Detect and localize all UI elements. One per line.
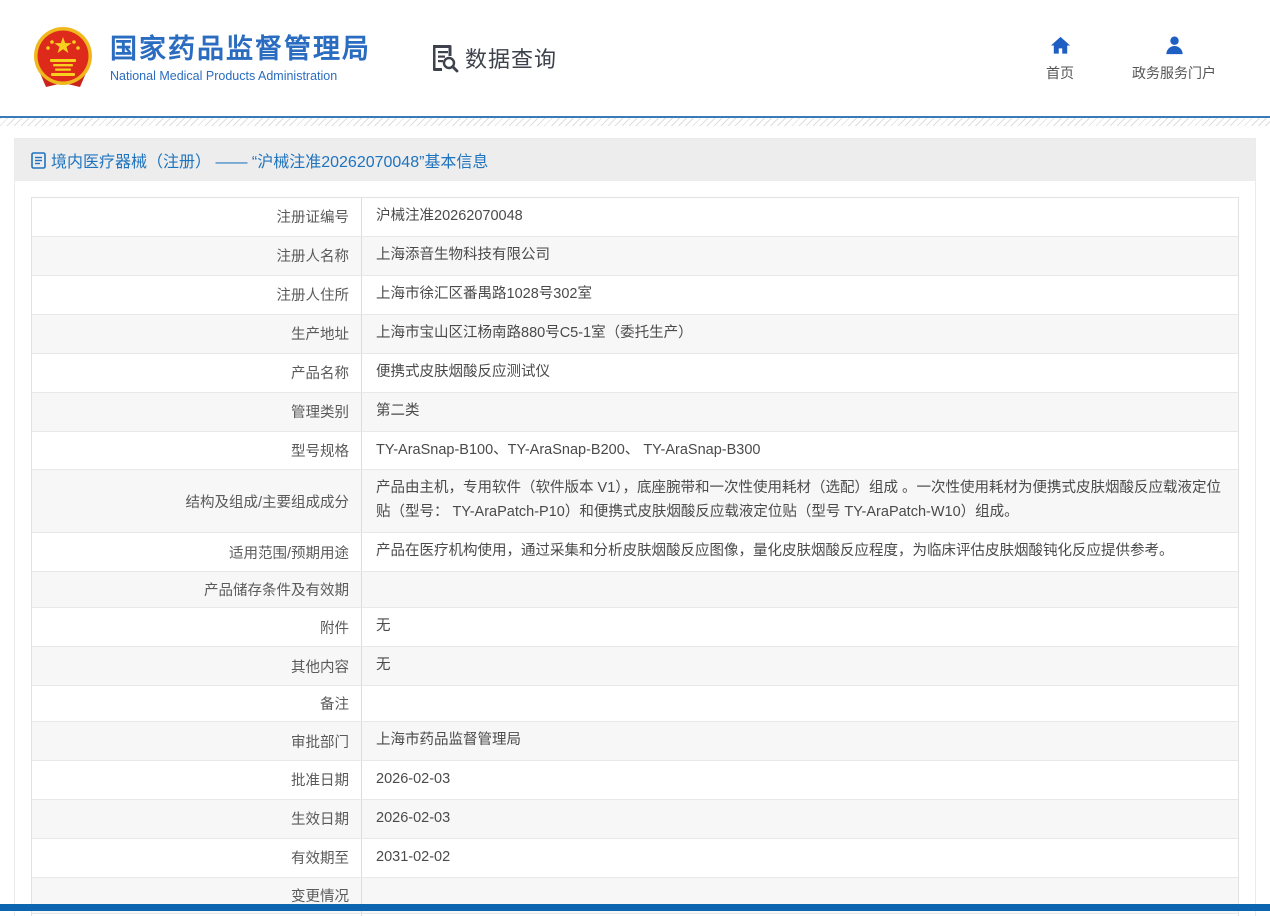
row-value: 沪械注准20262070048 xyxy=(362,198,1238,236)
row-label: 批准日期 xyxy=(32,761,362,799)
table-row: 注册人住所上海市徐汇区番禺路1028号302室 xyxy=(32,276,1238,315)
site-header: 国家药品监督管理局 National Medical Products Admi… xyxy=(0,0,1270,118)
row-value: 产品在医疗机构使用，通过采集和分析皮肤烟酸反应图像，量化皮肤烟酸反应程度，为临床… xyxy=(362,533,1238,571)
national-emblem-icon xyxy=(30,25,96,91)
row-value: 2031-02-02 xyxy=(362,839,1238,877)
row-value: TY-AraSnap-B100、TY-AraSnap-B200、 TY-AraS… xyxy=(362,432,1238,470)
row-label-text: 变更情况 xyxy=(291,885,349,906)
table-row: 有效期至 2031-02-02 xyxy=(32,839,1238,878)
row-label-text: 批准日期 xyxy=(291,769,349,790)
info-table: 注册证编号沪械注准20262070048注册人名称上海添音生物科技有限公司注册人… xyxy=(31,197,1239,916)
row-value: 2026-02-03 xyxy=(362,800,1238,838)
table-row: 备注 xyxy=(32,686,1238,722)
row-label: 产品储存条件及有效期 xyxy=(32,572,362,607)
table-row: 其他内容无 xyxy=(32,647,1238,686)
document-search-icon xyxy=(429,43,459,73)
data-query-section[interactable]: 数据查询 xyxy=(429,42,557,74)
row-label: 备注 xyxy=(32,686,362,721)
row-label-text: 其他内容 xyxy=(291,656,349,677)
table-row: 批准日期 2026-02-03 xyxy=(32,761,1238,800)
row-label-text: 产品储存条件及有效期 xyxy=(204,579,349,600)
row-label: 注册人住所 xyxy=(32,276,362,314)
org-name-en: National Medical Products Administration xyxy=(110,69,371,83)
table-row: 审批部门上海市药品监督管理局 xyxy=(32,722,1238,761)
document-icon xyxy=(31,152,46,169)
row-label: 注册证编号 xyxy=(32,198,362,236)
table-row: 适用范围/预期用途产品在医疗机构使用，通过采集和分析皮肤烟酸反应图像，量化皮肤烟… xyxy=(32,533,1238,572)
row-label-text: 注册人名称 xyxy=(277,245,350,266)
row-label-text: 附件 xyxy=(320,617,349,638)
table-row: 注册人名称上海添音生物科技有限公司 xyxy=(32,237,1238,276)
table-row: 生产地址上海市宝山区江杨南路880号C5-1室（委托生产） xyxy=(32,315,1238,354)
row-value: 上海市宝山区江杨南路880号C5-1室（委托生产） xyxy=(362,315,1238,353)
row-value: 上海添音生物科技有限公司 xyxy=(362,237,1238,275)
nav-gov-portal[interactable]: 政务服务门户 xyxy=(1132,34,1216,83)
row-label-text: 审批部门 xyxy=(291,731,349,752)
data-query-label: 数据查询 xyxy=(465,42,557,74)
row-label-text: 产品名称 xyxy=(291,362,349,383)
org-name-zh: 国家药品监督管理局 xyxy=(110,33,371,65)
row-value: 上海市药品监督管理局 xyxy=(362,722,1238,760)
top-nav: 首页 政务服务门户 xyxy=(1046,34,1240,83)
nav-home-label: 首页 xyxy=(1046,63,1074,83)
row-value xyxy=(362,697,1238,711)
row-label: 结构及组成/主要组成成分 xyxy=(32,470,362,532)
detail-panel: 境内医疗器械（注册） —— “沪械注准20262070048”基本信息 注册证编… xyxy=(14,138,1256,916)
row-label-text: 有效期至 xyxy=(291,847,349,868)
row-label-text: 结构及组成/主要组成成分 xyxy=(185,491,349,512)
row-label-text: 适用范围/预期用途 xyxy=(229,542,349,563)
row-label: 生效日期 xyxy=(32,800,362,838)
user-icon xyxy=(1163,34,1186,57)
table-row: 注册证编号沪械注准20262070048 xyxy=(32,198,1238,237)
row-label-text: 管理类别 xyxy=(291,401,349,422)
row-label: 产品名称 xyxy=(32,354,362,392)
table-row: 型号规格 TY-AraSnap-B100、TY-AraSnap-B200、 TY-… xyxy=(32,432,1238,471)
row-label: 其他内容 xyxy=(32,647,362,685)
row-label-text: 型号规格 xyxy=(291,440,349,461)
row-value: 无 xyxy=(362,608,1238,646)
hatched-divider xyxy=(0,118,1270,126)
row-label: 型号规格 xyxy=(32,432,362,470)
row-value: 第二类 xyxy=(362,393,1238,431)
row-label-text: 注册人住所 xyxy=(277,284,350,305)
nmpa-logo[interactable]: 国家药品监督管理局 National Medical Products Admi… xyxy=(30,25,371,91)
home-icon xyxy=(1049,34,1072,57)
table-row: 管理类别第二类 xyxy=(32,393,1238,432)
row-label-text: 备注 xyxy=(320,693,349,714)
row-value: 上海市徐汇区番禺路1028号302室 xyxy=(362,276,1238,314)
panel-title-bar: 境内医疗器械（注册） —— “沪械注准20262070048”基本信息 xyxy=(15,139,1255,181)
table-row: 产品储存条件及有效期 xyxy=(32,572,1238,608)
table-row: 结构及组成/主要组成成分产品由主机，专用软件（软件版本 V1），底座腕带和一次性… xyxy=(32,470,1238,533)
row-value: 2026-02-03 xyxy=(362,761,1238,799)
row-label: 审批部门 xyxy=(32,722,362,760)
row-label: 附件 xyxy=(32,608,362,646)
row-value: 无 xyxy=(362,647,1238,685)
nav-gov-portal-label: 政务服务门户 xyxy=(1132,63,1216,83)
table-row: 附件无 xyxy=(32,608,1238,647)
row-label-text: 生产地址 xyxy=(291,323,349,344)
nav-home[interactable]: 首页 xyxy=(1046,34,1074,83)
row-label: 生产地址 xyxy=(32,315,362,353)
row-value xyxy=(362,888,1238,902)
row-label: 注册人名称 xyxy=(32,237,362,275)
row-label-text: 生效日期 xyxy=(291,808,349,829)
row-value xyxy=(362,583,1238,597)
row-label-text: 注册证编号 xyxy=(277,206,350,227)
footer-accent-bar xyxy=(0,904,1270,911)
row-label: 有效期至 xyxy=(32,839,362,877)
row-label: 管理类别 xyxy=(32,393,362,431)
row-value: 便携式皮肤烟酸反应测试仪 xyxy=(362,354,1238,392)
table-row: 生效日期 2026-02-03 xyxy=(32,800,1238,839)
row-value: 产品由主机，专用软件（软件版本 V1），底座腕带和一次性使用耗材（选配）组成 。… xyxy=(362,470,1238,532)
table-row: 产品名称便携式皮肤烟酸反应测试仪 xyxy=(32,354,1238,393)
row-label: 适用范围/预期用途 xyxy=(32,533,362,571)
page-title: 境内医疗器械（注册） —— “沪械注准20262070048”基本信息 xyxy=(51,148,488,172)
